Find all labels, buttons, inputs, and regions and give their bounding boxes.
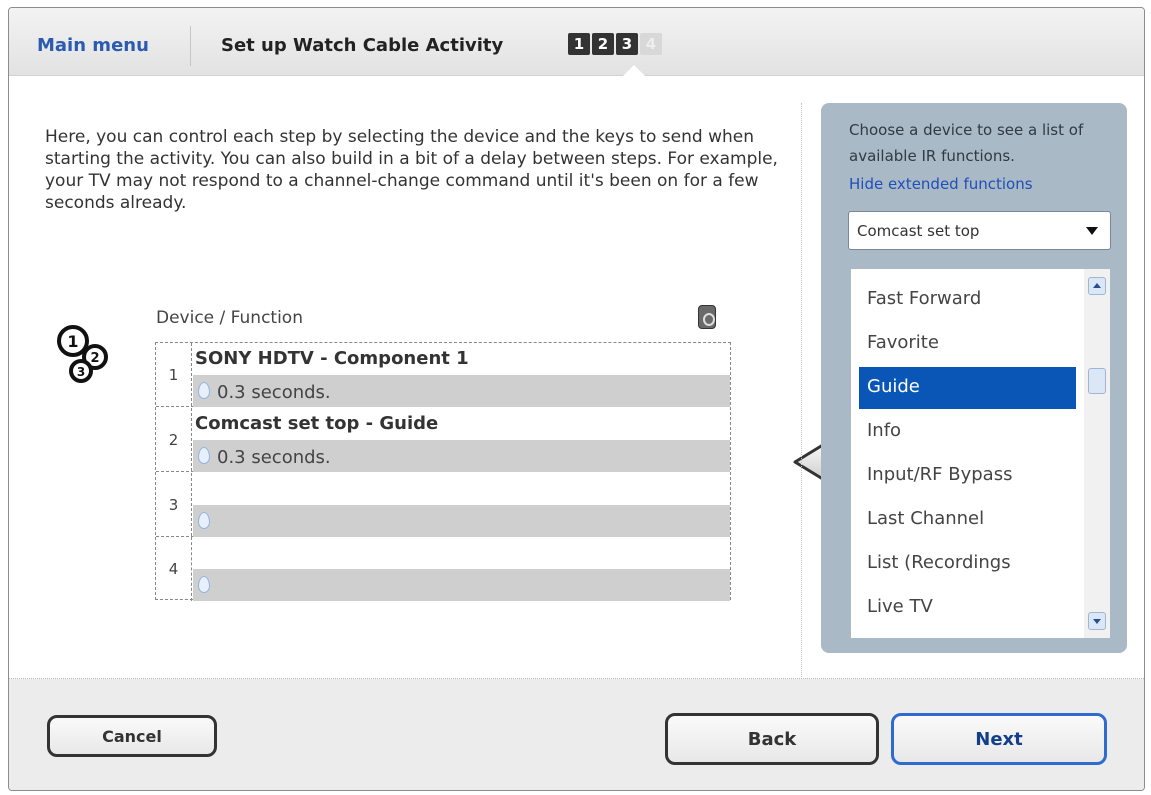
delay-drop-icon	[198, 512, 210, 529]
row-delay-text: 0.3 seconds.	[217, 382, 331, 403]
function-list-scrollbar[interactable]	[1084, 269, 1110, 638]
svg-text:1: 1	[67, 332, 78, 351]
scroll-thumb[interactable]	[1088, 368, 1106, 394]
row-command[interactable]	[193, 537, 730, 568]
function-list[interactable]: Fast Forward Favorite Guide Info Input/R…	[851, 269, 1110, 638]
delay-drop-icon	[198, 576, 210, 593]
function-item-guide[interactable]: Guide	[859, 367, 1076, 409]
row-delay[interactable]	[193, 505, 730, 537]
row-delay[interactable]: 0.3 seconds.	[193, 375, 730, 407]
row-command[interactable]	[193, 473, 730, 504]
cancel-button[interactable]: Cancel	[47, 715, 217, 757]
table-row[interactable]: 1 SONY HDTV - Component 1 0.3 seconds.	[156, 343, 730, 407]
step-3-badge: 3	[616, 33, 638, 55]
page-title: Set up Watch Cable Activity	[221, 35, 504, 56]
row-number: 1	[156, 343, 192, 406]
header-divider	[190, 26, 191, 66]
device-select-value: Comcast set top	[857, 222, 980, 240]
panel-hint-text: Choose a device to see a list of availab…	[849, 121, 1084, 165]
function-item-live-tv[interactable]: Live TV	[859, 587, 1076, 629]
scroll-up-icon[interactable]	[1088, 277, 1106, 295]
row-command[interactable]: Comcast set top - Guide	[193, 408, 730, 439]
row-delay[interactable]: 0.3 seconds.	[193, 440, 730, 472]
function-item-favorite[interactable]: Favorite	[859, 323, 1076, 365]
device-select[interactable]: Comcast set top	[848, 211, 1111, 250]
back-button[interactable]: Back	[665, 713, 879, 765]
footer-bar: Cancel Back Next	[9, 679, 1144, 790]
step-4-badge: 4	[640, 33, 662, 55]
delay-drop-icon	[198, 447, 210, 464]
main-menu-link[interactable]: Main menu	[37, 35, 149, 56]
function-item-fast-forward[interactable]: Fast Forward	[859, 279, 1076, 321]
next-button[interactable]: Next	[891, 713, 1107, 765]
hide-extended-functions-link[interactable]: Hide extended functions	[849, 175, 1033, 193]
wizard-window: Main menu Set up Watch Cable Activity 1 …	[8, 7, 1145, 791]
step-2-badge: 2	[592, 33, 614, 55]
header-bar: Main menu Set up Watch Cable Activity 1 …	[9, 8, 1144, 76]
device-function-label: Device / Function	[156, 308, 303, 328]
svg-text:2: 2	[90, 351, 99, 366]
row-number: 4	[156, 537, 192, 601]
row-number: 3	[156, 473, 192, 536]
row-command[interactable]: SONY HDTV - Component 1	[193, 343, 730, 374]
step-indicator: 1 2 3 4	[568, 33, 662, 55]
delay-timer-icon[interactable]	[698, 305, 716, 329]
svg-text:3: 3	[77, 365, 85, 379]
table-row[interactable]: 4	[156, 537, 730, 601]
row-delay[interactable]	[193, 569, 730, 601]
table-row[interactable]: 2 Comcast set top - Guide 0.3 seconds.	[156, 408, 730, 472]
header-notch	[623, 65, 645, 76]
scroll-down-icon[interactable]	[1088, 612, 1106, 630]
step-table: 1 SONY HDTV - Component 1 0.3 seconds. 2…	[155, 342, 731, 601]
row-number: 2	[156, 408, 192, 471]
intro-text: Here, you can control each step by selec…	[45, 127, 778, 213]
delay-drop-icon	[198, 382, 210, 399]
table-row[interactable]: 3	[156, 473, 730, 537]
step-1-badge: 1	[568, 33, 590, 55]
function-item-last-channel[interactable]: Last Channel	[859, 499, 1076, 541]
column-divider	[801, 103, 802, 681]
gears-icon: 1 2 3	[57, 325, 108, 383]
row-delay-text: 0.3 seconds.	[217, 447, 331, 468]
function-item-input-rf-bypass[interactable]: Input/RF Bypass	[859, 455, 1076, 497]
function-item-list-recordings[interactable]: List (Recordings	[859, 543, 1076, 585]
function-picker-panel: Choose a device to see a list of availab…	[821, 103, 1127, 653]
function-item-info[interactable]: Info	[859, 411, 1076, 453]
